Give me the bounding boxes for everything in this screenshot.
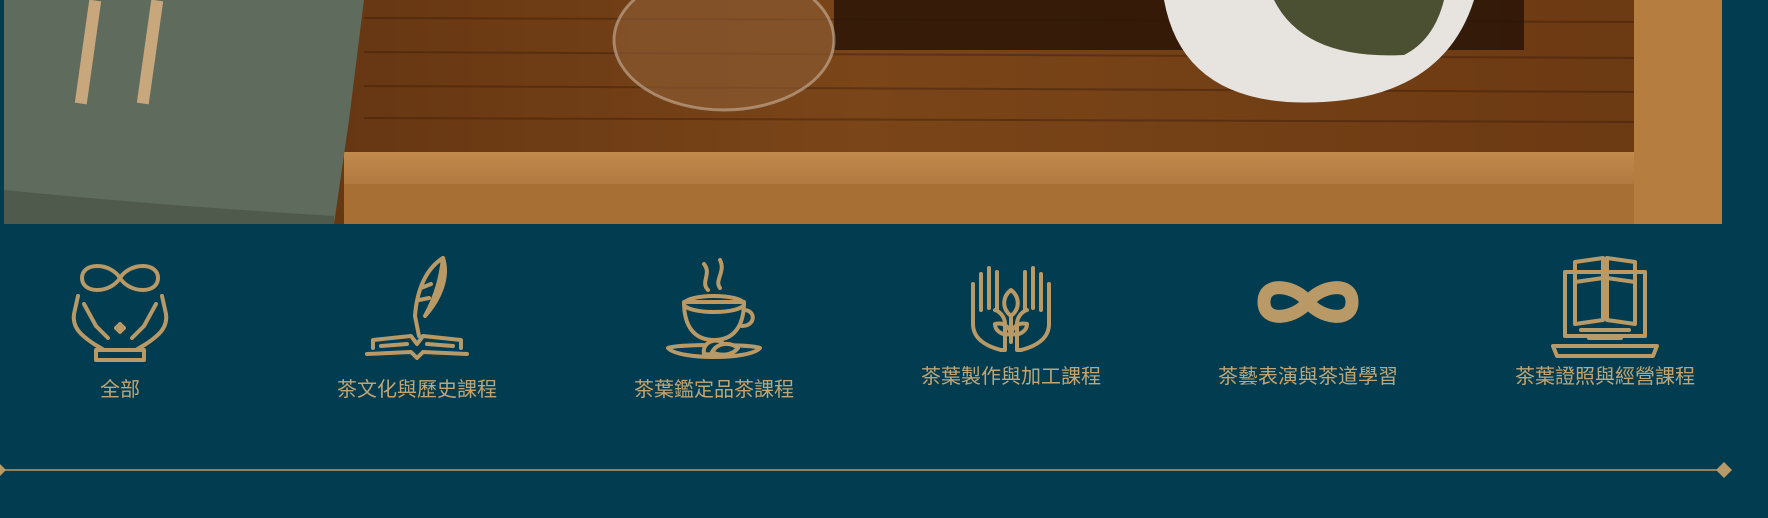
section-divider (0, 462, 1740, 478)
category-tea-ceremony[interactable]: 茶藝表演與茶道學習 (1208, 254, 1408, 389)
category-tea-tasting[interactable]: 茶葉鑑定品茶課程 (614, 254, 814, 402)
infinity-icon (1248, 254, 1368, 366)
hero-photo (4, 0, 1722, 224)
tea-cup-icon (654, 254, 774, 366)
laptop-book-icon (1545, 254, 1665, 366)
category-label: 茶葉證照與經營課程 (1515, 364, 1695, 388)
category-label: 茶葉製作與加工課程 (921, 364, 1101, 388)
category-label: 茶藝表演與茶道學習 (1218, 364, 1398, 388)
category-tea-processing[interactable]: 茶葉製作與加工課程 (911, 254, 1111, 389)
category-label: 茶文化與歷史課程 (337, 377, 497, 401)
category-all[interactable]: 全部 (20, 254, 220, 402)
hands-infinity-icon (60, 254, 180, 366)
quill-book-icon (357, 254, 477, 366)
category-culture-history[interactable]: 茶文化與歷史課程 (317, 254, 517, 402)
category-label: 茶葉鑑定品茶課程 (634, 377, 794, 401)
category-certification-business[interactable]: 茶葉證照與經營課程 (1505, 254, 1705, 389)
category-label: 全部 (100, 377, 140, 401)
hands-leaf-icon (951, 254, 1071, 366)
category-list: 全部 茶文化與歷史課程 茶葉鑑定品茶課程 茶葉製作與加工課程 茶藝表演與茶道學習… (0, 224, 1768, 444)
